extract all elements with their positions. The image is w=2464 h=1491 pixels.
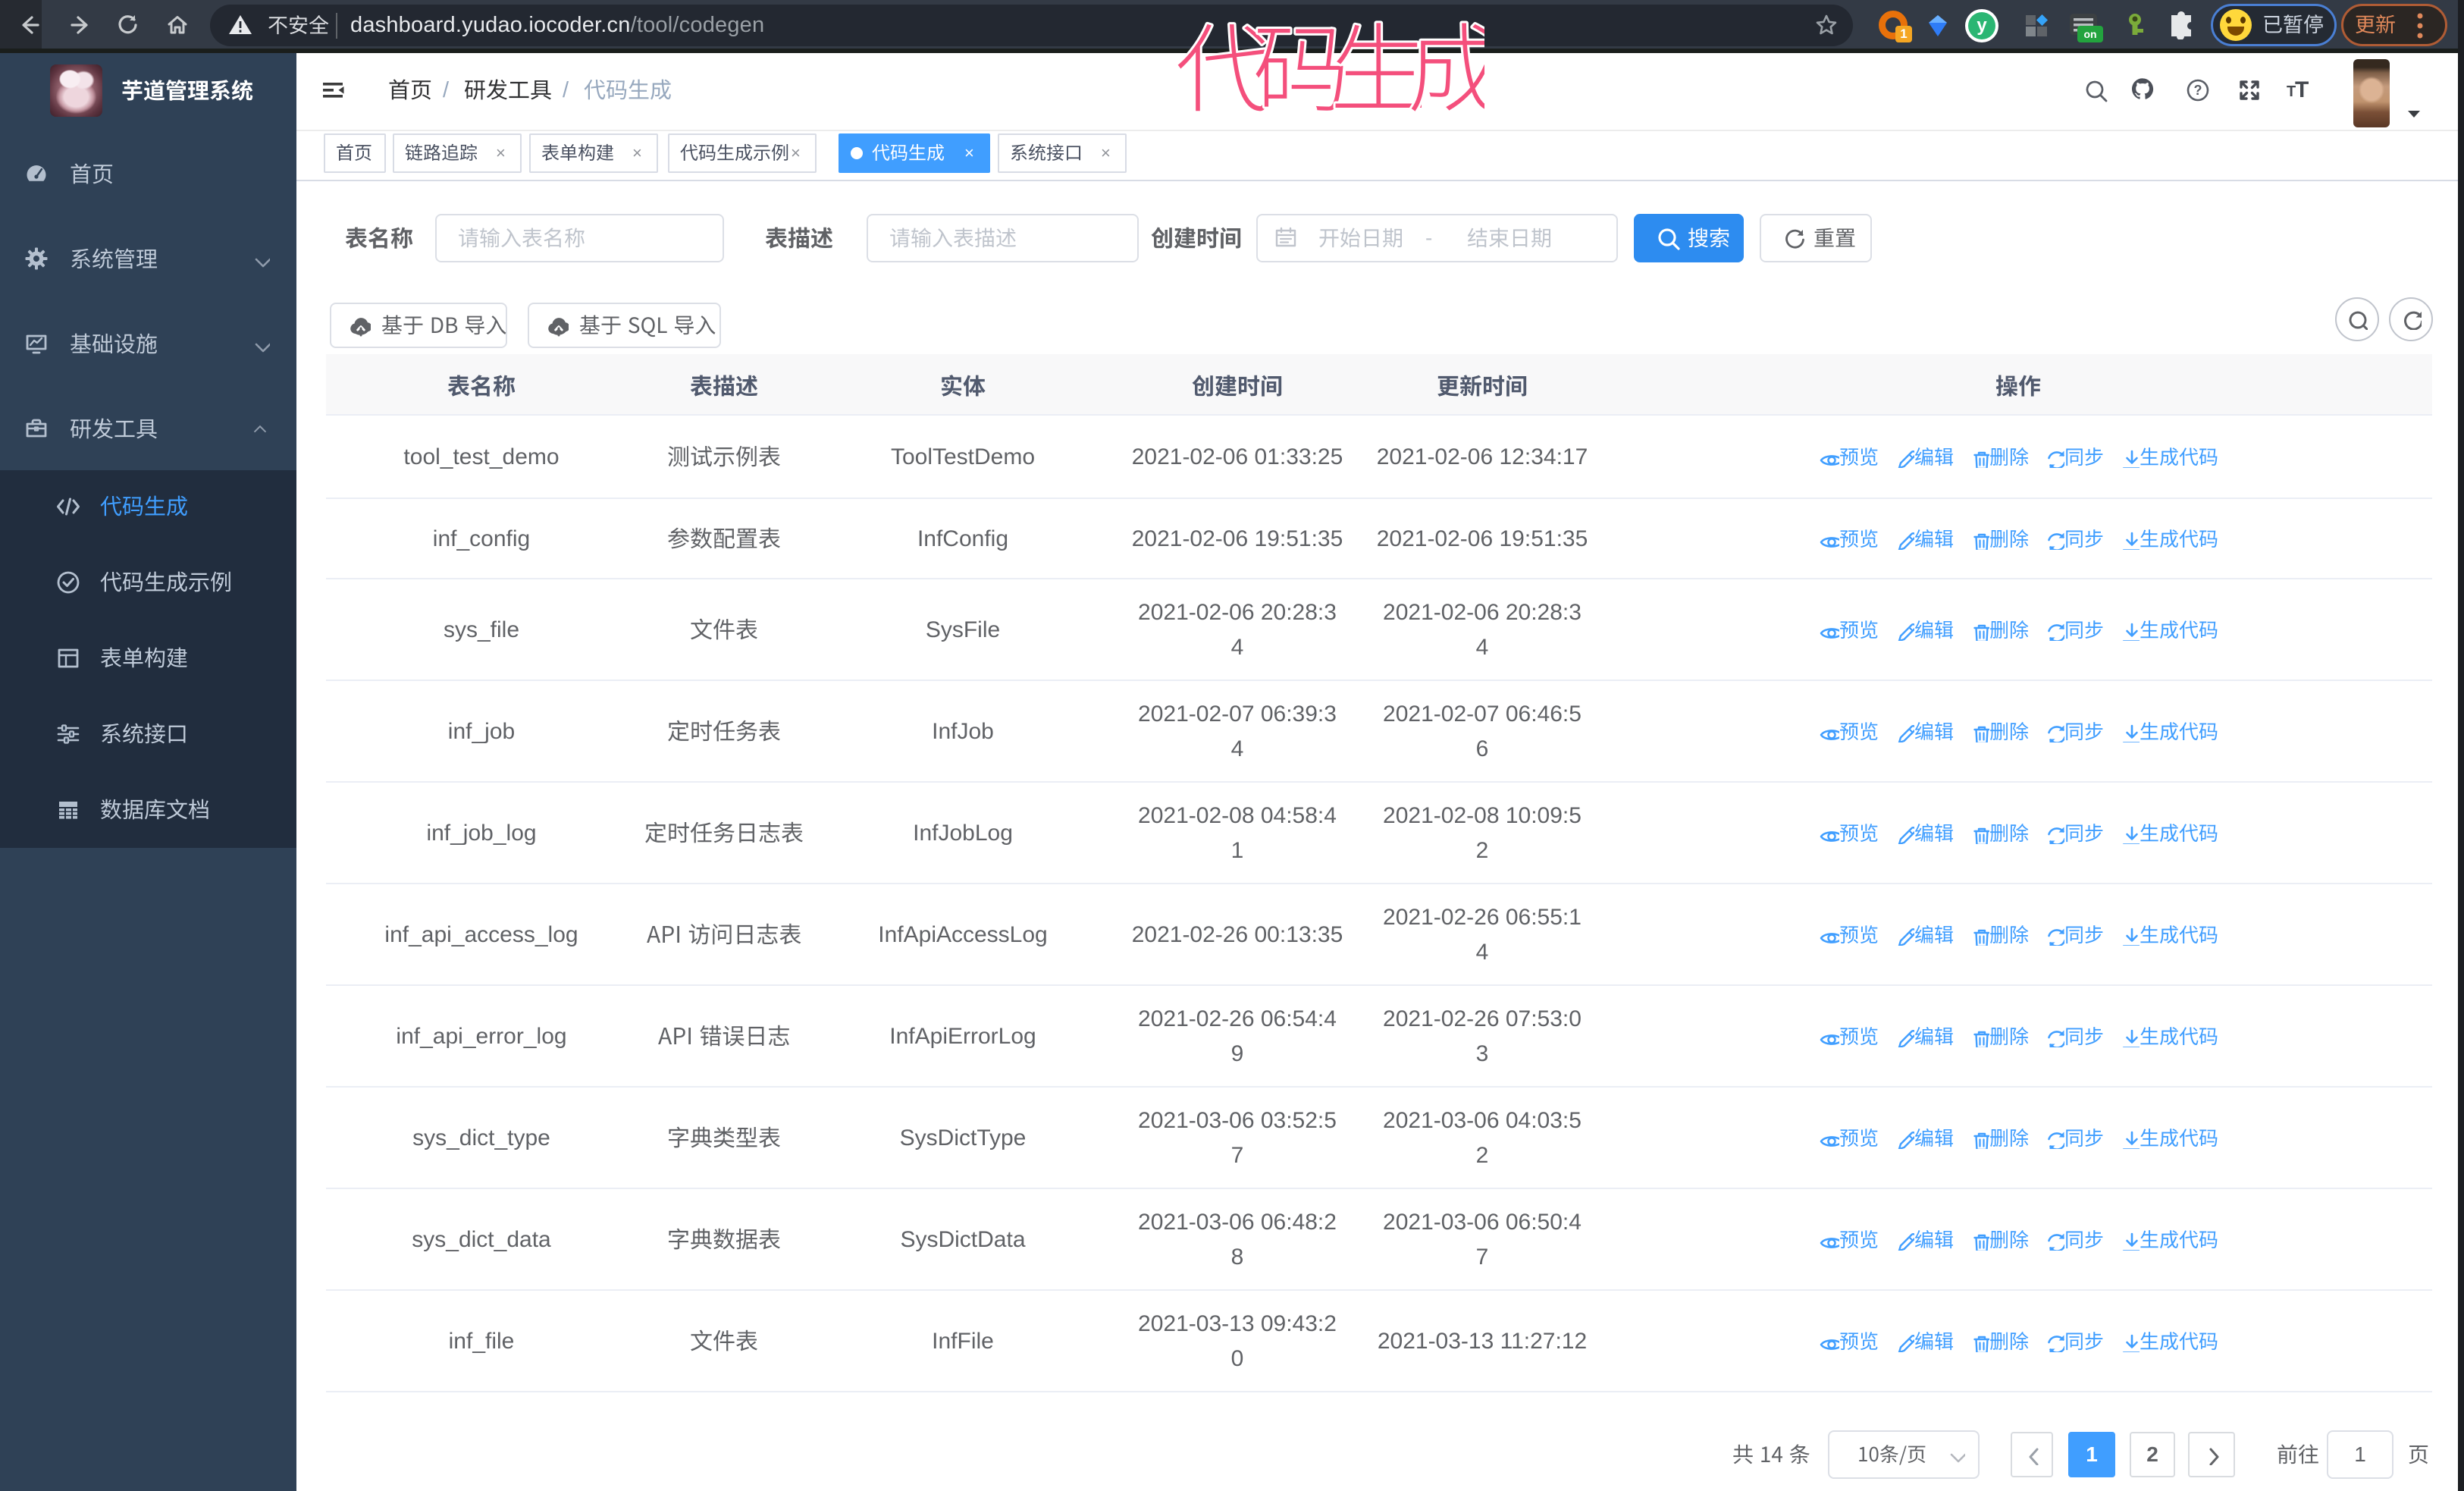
svg-text:T: T [2295, 77, 2309, 102]
svg-text:?: ? [2194, 83, 2202, 98]
